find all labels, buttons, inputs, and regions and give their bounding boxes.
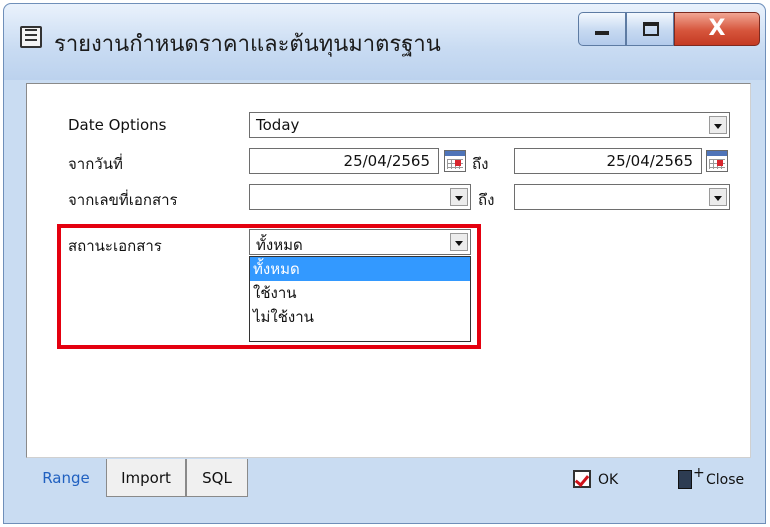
close-label: Close bbox=[706, 472, 745, 488]
date-options-select[interactable]: Today bbox=[249, 112, 730, 138]
chevron-down-icon[interactable] bbox=[709, 188, 727, 206]
window-title: รายงานกำหนดราคาและต้นทุนมาตรฐาน bbox=[54, 32, 441, 57]
to-date-input[interactable]: 25/04/2565 bbox=[514, 148, 702, 174]
ok-button[interactable]: OK bbox=[573, 468, 643, 494]
chevron-down-icon[interactable] bbox=[709, 116, 727, 134]
from-date-label: จากวันที่ bbox=[68, 155, 123, 173]
from-doc-select[interactable] bbox=[249, 184, 471, 210]
tab-range[interactable]: Range bbox=[30, 459, 102, 497]
title-bar[interactable]: รายงานกำหนดราคาและต้นทุนมาตรฐาน X bbox=[4, 4, 765, 80]
date-options-value: Today bbox=[256, 116, 300, 134]
from-date-input[interactable]: 25/04/2565 bbox=[249, 148, 439, 174]
date-options-label: Date Options bbox=[68, 116, 167, 134]
tab-import[interactable]: Import bbox=[106, 459, 186, 497]
chevron-down-icon[interactable] bbox=[450, 188, 468, 206]
tab-sql[interactable]: SQL bbox=[186, 459, 248, 497]
dropdown-option-all[interactable]: ทั้งหมด bbox=[250, 257, 470, 281]
calendar-icon[interactable] bbox=[444, 150, 466, 172]
report-icon bbox=[20, 26, 42, 48]
minimize-icon bbox=[595, 31, 609, 35]
check-icon bbox=[573, 470, 591, 488]
doc-status-value: ทั้งหมด bbox=[256, 236, 303, 254]
minimize-button[interactable] bbox=[578, 12, 626, 46]
calendar-icon[interactable] bbox=[706, 150, 728, 172]
close-button[interactable]: Close bbox=[678, 465, 764, 494]
to-date-value: 25/04/2565 bbox=[606, 152, 693, 170]
doc-status-label: สถานะเอกสาร bbox=[68, 237, 162, 255]
to-date-label: ถึง bbox=[472, 155, 489, 173]
maximize-button[interactable] bbox=[626, 12, 674, 46]
to-doc-select[interactable] bbox=[514, 184, 730, 210]
to-doc-label: ถึง bbox=[478, 191, 495, 209]
dropdown-option-active[interactable]: ใช้งาน bbox=[250, 281, 470, 305]
from-date-value: 25/04/2565 bbox=[343, 152, 430, 170]
from-doc-label: จากเลขที่เอกสาร bbox=[68, 191, 178, 209]
close-window-button[interactable]: X bbox=[674, 12, 760, 46]
ok-label: OK bbox=[598, 472, 619, 488]
door-exit-icon bbox=[678, 465, 705, 489]
doc-status-select[interactable]: ทั้งหมด bbox=[249, 229, 471, 255]
close-icon: X bbox=[708, 16, 726, 41]
maximize-icon bbox=[643, 22, 659, 36]
chevron-down-icon[interactable] bbox=[450, 233, 468, 251]
doc-status-dropdown-list: ทั้งหมด ใช้งาน ไม่ใช้งาน bbox=[249, 256, 471, 342]
dropdown-option-inactive[interactable]: ไม่ใช้งาน bbox=[250, 305, 470, 329]
